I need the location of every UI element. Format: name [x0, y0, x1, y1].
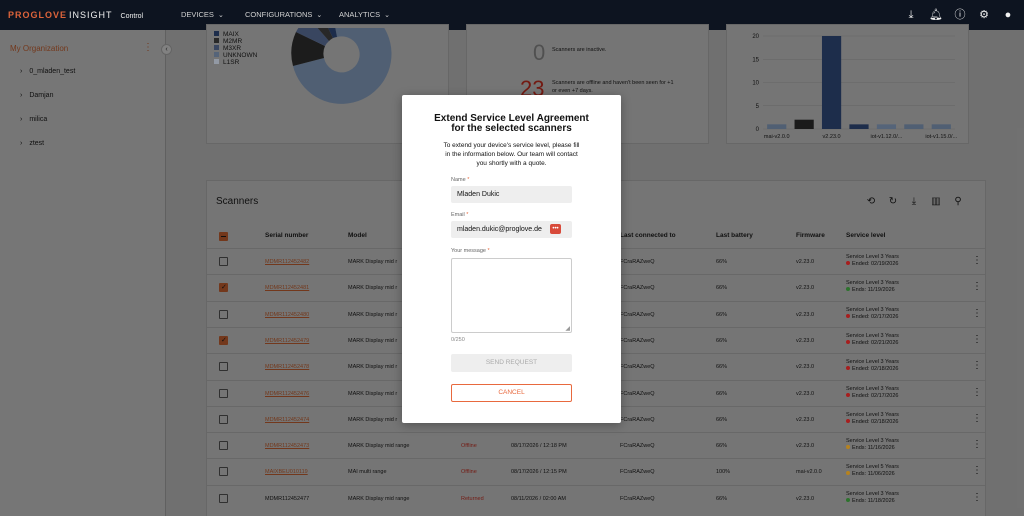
- message-label: Your message *: [451, 248, 490, 254]
- dialog-description-line-1: To extend your device's service level, p…: [443, 142, 580, 149]
- message-textarea[interactable]: ◢: [451, 258, 572, 333]
- message-char-counter: 0/250: [451, 337, 465, 343]
- required-mark: *: [487, 248, 490, 254]
- name-field[interactable]: Mladen Dukic: [451, 186, 572, 203]
- required-mark: *: [466, 212, 469, 218]
- name-label: Name *: [451, 177, 469, 183]
- required-mark: *: [467, 177, 470, 183]
- send-request-button[interactable]: SEND REQUEST: [451, 354, 572, 372]
- email-label: Email *: [451, 212, 468, 218]
- extend-sla-dialog: Extend Service Level Agreement for the s…: [402, 95, 621, 423]
- dialog-description-line-3: you shortly with a quote.: [476, 160, 547, 167]
- name-label-text: Name: [451, 177, 466, 183]
- message-label-text: Your message: [451, 248, 486, 254]
- resize-handle-icon[interactable]: ◢: [565, 325, 570, 332]
- dialog-title-line-2: for the selected scanners: [451, 123, 572, 134]
- password-manager-icon[interactable]: •••: [550, 224, 561, 234]
- dialog-title: Extend Service Level Agreement for the s…: [402, 114, 621, 134]
- dialog-description-line-2: in the information below. Our team will …: [445, 151, 578, 158]
- email-label-text: Email: [451, 212, 465, 218]
- dialog-description: To extend your device's service level, p…: [432, 141, 591, 168]
- cancel-button[interactable]: CANCEL: [451, 384, 572, 402]
